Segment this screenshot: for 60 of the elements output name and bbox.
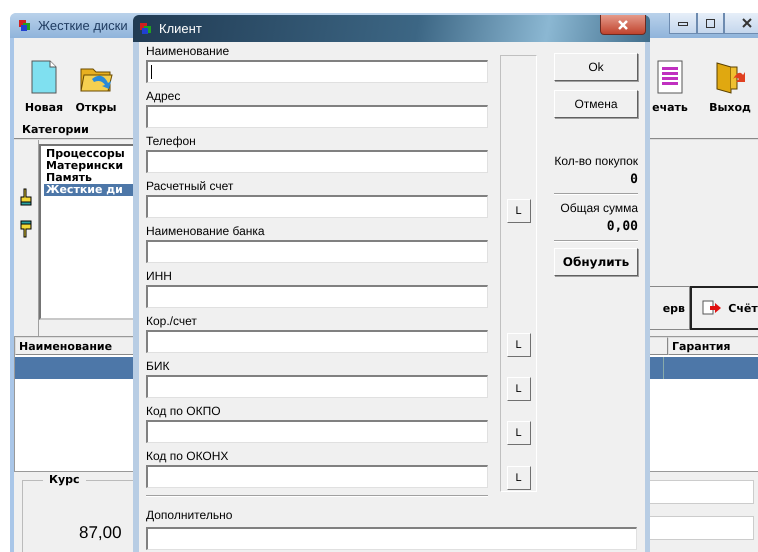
- close-icon: [617, 20, 629, 30]
- stat-value: 0: [629, 172, 638, 187]
- input-field[interactable]: [648, 516, 754, 540]
- input-field[interactable]: [146, 285, 488, 308]
- minimize-icon: [678, 20, 688, 26]
- dialog-button[interactable]: Ok: [554, 53, 638, 81]
- hand-up-icon[interactable]: [20, 188, 32, 206]
- dialog-button[interactable]: Отмена: [554, 90, 638, 118]
- toolbar-button[interactable]: Выход: [706, 59, 754, 114]
- field-label: Код по ОКОНХ: [146, 450, 230, 464]
- toolbar-button[interactable]: Откры: [72, 59, 120, 114]
- input-field[interactable]: [146, 420, 488, 443]
- toolbar-button[interactable]: Новая: [20, 59, 68, 114]
- document-arrow-icon: [702, 300, 722, 316]
- dialog-title: Клиент: [159, 21, 202, 36]
- app-icon: [18, 18, 32, 32]
- section-label: Категории: [22, 122, 89, 136]
- input-field[interactable]: [146, 465, 488, 488]
- hand-down-icon[interactable]: [20, 220, 32, 238]
- stat-label: Общая сумма: [559, 201, 638, 215]
- group-label: Курс: [43, 473, 86, 486]
- action-button[interactable]: Счёт: [690, 286, 758, 330]
- lookup-button[interactable]: L: [506, 332, 530, 357]
- column-header[interactable]: Гарантия: [668, 337, 758, 355]
- input-field[interactable]: [146, 195, 488, 218]
- minimize-button[interactable]: [669, 13, 697, 34]
- input-field[interactable]: [648, 480, 754, 504]
- reset-button[interactable]: Обнулить: [554, 248, 638, 276]
- field-label: Кор./счет: [146, 315, 198, 329]
- lookup-button[interactable]: L: [506, 377, 530, 401]
- close-button[interactable]: [724, 13, 758, 34]
- input-field[interactable]: [146, 105, 488, 128]
- input-field[interactable]: [146, 60, 488, 83]
- stat-value: 0,00: [606, 219, 638, 234]
- window-title: Жесткие диски: [38, 18, 128, 33]
- lookup-button[interactable]: L: [506, 199, 530, 224]
- field-label: Наименование банка: [146, 225, 266, 239]
- input-field[interactable]: [146, 375, 488, 398]
- lookup-button[interactable]: L: [506, 421, 530, 446]
- close-button[interactable]: [600, 15, 646, 35]
- field-label: Телефон: [146, 135, 197, 149]
- field-label: Наименование: [146, 45, 230, 59]
- stat-label: Кол-во покупок: [554, 154, 638, 168]
- field-label: Адрес: [146, 90, 182, 104]
- lookup-button[interactable]: L: [506, 466, 530, 490]
- rate-value: 87,00: [79, 523, 122, 543]
- field-label: БИК: [146, 360, 170, 374]
- document-icon: [30, 59, 58, 95]
- close-icon: [742, 18, 752, 28]
- input-field[interactable]: [146, 330, 488, 353]
- maximize-button[interactable]: [697, 13, 724, 34]
- field-label: ИНН: [146, 270, 173, 284]
- app-icon: [139, 22, 153, 36]
- input-field[interactable]: [146, 150, 488, 173]
- maximize-icon: [706, 18, 715, 28]
- input-field[interactable]: [146, 240, 488, 263]
- field-label: Дополнительно: [146, 509, 234, 523]
- input-field[interactable]: [146, 527, 637, 550]
- document-icon: [655, 59, 685, 95]
- field-label: Код по ОКПО: [146, 405, 222, 419]
